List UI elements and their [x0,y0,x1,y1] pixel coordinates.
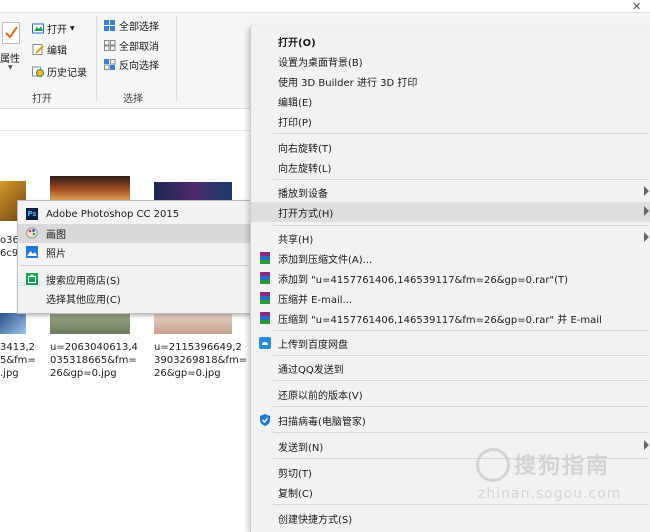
menu-item-restore-versions[interactable]: 还原以前的版本(V) [251,384,650,404]
baidu-cloud-icon [259,337,271,349]
menu-item-add-to-archive[interactable]: 添加到压缩文件(A)... [251,248,650,268]
winrar-icon [259,252,271,264]
open-button[interactable]: 打开 ▼ [32,21,75,36]
file-name-fragment: 6c9 [0,248,19,259]
submenu-separator [20,265,248,266]
group-label-open: 打开 [32,94,52,105]
invert-selection-icon [104,59,116,70]
menu-item-print[interactable]: 打印(P) [251,111,650,131]
menu-item-cast-to-device[interactable]: 播放到设备 [251,182,650,202]
chevron-right-icon [644,232,649,242]
group-label-select: 选择 [123,94,143,105]
ribbon-tab-strip [0,0,650,13]
menu-item-share[interactable]: 共享(H) [251,228,650,248]
select-all-label: 全部选择 [119,22,159,33]
edit-button[interactable]: 编辑 [32,42,67,57]
menu-separator [273,380,649,381]
address-bar[interactable] [0,110,250,131]
close-icon[interactable]: ✕ [632,0,641,13]
history-button[interactable]: 历史记录 [32,64,87,79]
properties-label: 属性 [0,54,20,65]
history-icon [32,66,44,77]
history-label: 历史记录 [47,68,87,79]
menu-separator [273,133,649,134]
select-none-label: 全部取消 [119,42,159,53]
store-icon [26,273,38,285]
menu-item-edit[interactable]: 编辑(E) [251,91,650,111]
submenu-item-choose-other[interactable]: 选择其他应用(C) [18,289,250,308]
submenu-item-paint[interactable]: 画图 [18,224,250,243]
winrar-icon [259,312,271,324]
menu-separator [273,406,649,407]
file-name[interactable]: u=2115396649,2 3903269818&fm= 26&gp=0.jp… [154,341,247,380]
shield-icon [259,414,271,426]
sogou-logo-icon [476,448,510,482]
menu-item-scan-virus[interactable]: 扫描病毒(电脑管家) [251,410,650,430]
thumbnail-image[interactable] [50,313,130,334]
file-name[interactable]: 3413,2 5&fm= .jpg [0,341,36,380]
file-name[interactable]: u=2063040613,4 035318665&fm= 26&gp=0.jpg [50,341,138,380]
invert-selection-button[interactable]: 反向选择 [104,57,159,72]
menu-item-add-to-rar[interactable]: 添加到 "u=4157761406,146539117&fm=26&gp=0.r… [251,268,650,288]
menu-item-set-wallpaper[interactable]: 设置为桌面背景(B) [251,51,650,71]
open-icon [32,23,44,34]
menu-separator [273,355,649,356]
edit-icon [32,44,44,55]
submenu-item-photos[interactable]: 照片 [18,243,250,262]
edit-label: 编辑 [47,46,67,57]
menu-separator [273,225,649,226]
thumbnail-image[interactable] [50,176,130,202]
thumbnail-image[interactable] [0,313,26,334]
chevron-down-icon: ▼ [70,25,75,32]
menu-item-rotate-right[interactable]: 向右旋转(T) [251,137,650,157]
chevron-right-icon [644,186,649,196]
menu-item-send-via-qq[interactable]: 通过QQ发送到 [251,358,650,378]
thumbnail-image[interactable] [154,182,232,202]
properties-icon [2,22,20,44]
menu-item-open-with[interactable]: 打开方式(H) [251,202,650,222]
winrar-icon [259,292,271,304]
menu-item-rotate-left[interactable]: 向左旋转(L) [251,157,650,177]
select-all-icon [104,20,116,31]
group-separator [96,16,97,102]
chevron-down-icon: ▼ [8,64,13,71]
open-label: 打开 [47,25,67,36]
winrar-icon [259,272,271,284]
menu-item-compress-email[interactable]: 压缩并 E-mail... [251,288,650,308]
properties-button[interactable]: 属性 ▼ [0,20,22,71]
paint-icon [26,227,38,239]
menu-item-upload-baidu[interactable]: 上传到百度网盘 [251,333,650,353]
select-none-button[interactable]: 全部取消 [104,38,159,53]
submenu-item-photoshop[interactable]: Ps Adobe Photoshop CC 2015 [18,205,250,224]
menu-item-3d-print[interactable]: 使用 3D Builder 进行 3D 打印 [251,71,650,91]
photos-icon [26,246,38,258]
menu-separator [273,179,649,180]
photoshop-icon: Ps [26,208,38,220]
watermark: 搜狗指南 zhinan.sogou.com [470,446,650,512]
menu-item-compress-to-rar-email[interactable]: 压缩到 "u=4157761406,146539117&fm=26&gp=0.r… [251,308,650,328]
open-with-submenu: Ps Adobe Photoshop CC 2015 画图 照片 搜索应用商店(… [17,200,251,314]
select-none-icon [104,40,116,51]
submenu-item-store[interactable]: 搜索应用商店(S) [18,270,250,289]
group-separator [176,16,177,102]
menu-separator [273,432,649,433]
chevron-right-icon [644,206,649,216]
menu-item-open[interactable]: 打开(O) [251,31,650,51]
menu-separator [273,330,649,331]
thumbnail-image[interactable] [154,313,232,334]
select-all-button[interactable]: 全部选择 [104,18,159,33]
invert-selection-label: 反向选择 [119,61,159,72]
